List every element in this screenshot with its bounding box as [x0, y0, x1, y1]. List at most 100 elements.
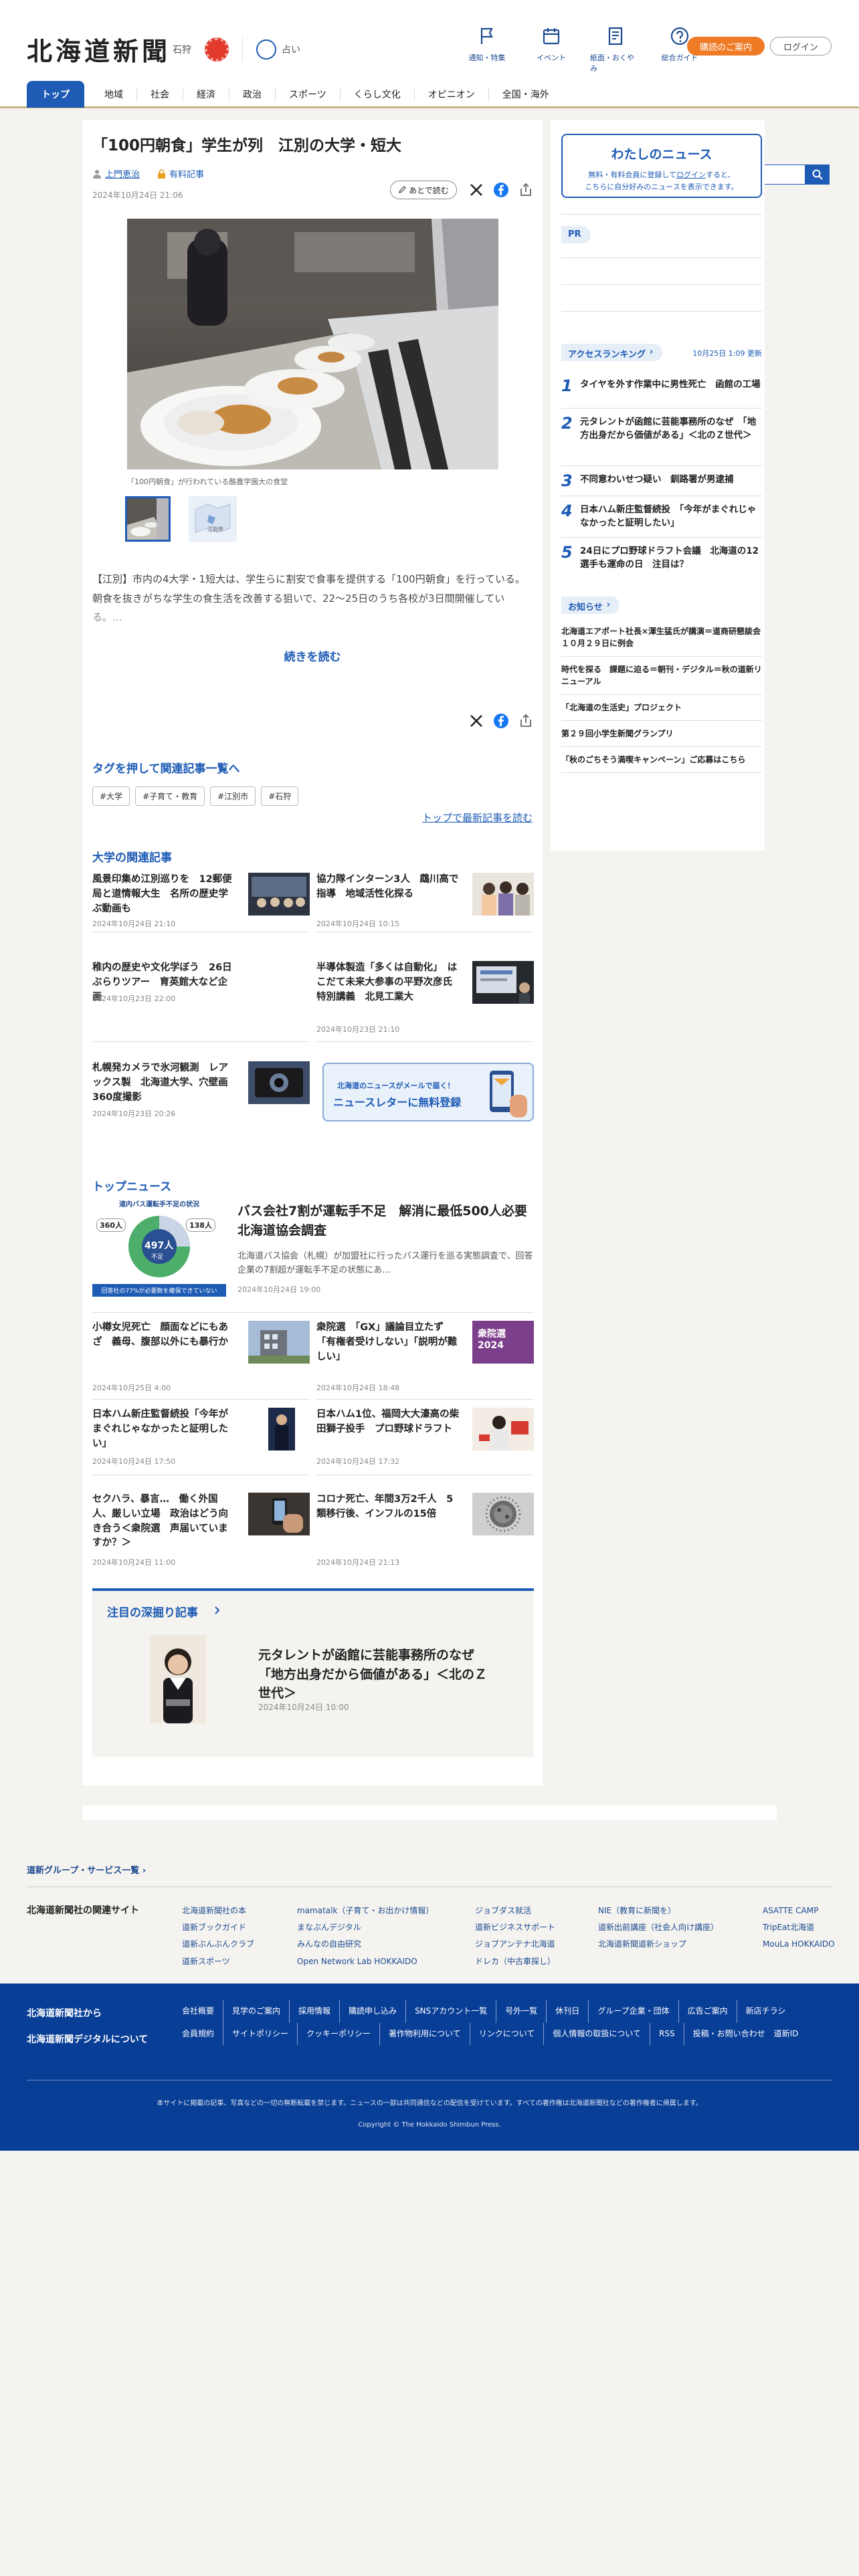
tag-item[interactable]: #石狩: [261, 786, 299, 806]
notice-item[interactable]: 「北海道の生活史」プロジェクト: [561, 695, 762, 721]
card-thumbnail: [472, 1493, 534, 1535]
footer-link[interactable]: 会社概要: [182, 2000, 224, 2023]
footer-link[interactable]: サイトポリシー: [223, 2022, 298, 2046]
footer-link[interactable]: 購読申し込み: [340, 2000, 407, 2023]
group-site-link[interactable]: 北海道新聞社の本: [182, 1903, 254, 1919]
article-photo[interactable]: [127, 219, 498, 469]
footer-link[interactable]: 採用情報: [290, 2000, 341, 2023]
nav-item-economy[interactable]: 経済: [183, 87, 229, 102]
tool-events[interactable]: イベント: [526, 25, 577, 74]
tool-paper[interactable]: 紙面・おくやみ: [590, 25, 641, 74]
group-site-link[interactable]: NIE（教育に新聞を）: [598, 1903, 719, 1919]
group-site-link[interactable]: Open Network Lab HOKKAIDO: [297, 1953, 434, 1970]
x-icon[interactable]: [469, 183, 484, 197]
nav-item-sports[interactable]: スポーツ: [275, 87, 340, 102]
footer-link[interactable]: クッキーポリシー: [298, 2022, 381, 2046]
gallery-thumb-2[interactable]: 江別市: [189, 496, 237, 542]
group-site-link[interactable]: ASATTE CAMP: [763, 1903, 835, 1919]
footer-link[interactable]: 個人情報の取扱について: [544, 2022, 651, 2046]
footer-link[interactable]: リンクについて: [470, 2022, 545, 2046]
nav-item-culture[interactable]: くらし文化: [339, 87, 414, 102]
search-button[interactable]: [805, 165, 830, 185]
login-button[interactable]: ログイン: [770, 37, 832, 56]
group-services-link[interactable]: 道新グループ・サービス一覧 ›: [27, 1863, 146, 1876]
footer-link[interactable]: 広告ご案内: [679, 2000, 737, 2023]
footer-link[interactable]: 投稿・お問い合わせ: [684, 2023, 774, 2046]
nav-item-opinion[interactable]: オピニオン: [413, 87, 488, 102]
read-later-button[interactable]: あとで読む: [390, 181, 457, 199]
group-site-link[interactable]: 道新ビジネスサポート: [475, 1919, 555, 1936]
footer-link[interactable]: RSS: [650, 2022, 684, 2046]
lock-icon: [158, 169, 166, 179]
ranking-item[interactable]: 4 日本ハム新庄監督続投 「今年がまぐれじゃなかったと証明したい」: [561, 496, 762, 538]
group-site-link[interactable]: ジョブアンテナ北海道: [475, 1936, 555, 1953]
notice-item[interactable]: 北海道エアポート社長×渾生猛氏が講演＝道商研懇談会１０月２９日に例会: [561, 619, 762, 657]
nav-item-region[interactable]: 地域: [91, 87, 136, 102]
top-latest-link[interactable]: トップで最新記事を読む: [422, 811, 533, 825]
ranking-item[interactable]: 1 タイヤを外す作業中に男性死亡 函館の工場: [561, 371, 762, 409]
ranking-item[interactable]: 3 不同意わいせつ疑い 釧路署が男逮捕: [561, 466, 762, 496]
group-site-link[interactable]: 道新ブックガイド: [182, 1919, 254, 1936]
footer-link[interactable]: グループ企業・団体: [589, 2000, 679, 2023]
group-site-link[interactable]: みんなの自由研究: [297, 1936, 434, 1953]
card-date: 2024年10月24日 21:13: [316, 1558, 400, 1567]
footer-link[interactable]: 道新ID: [774, 2023, 807, 2046]
read-more-button[interactable]: 続きを読む: [82, 647, 543, 664]
footer-link[interactable]: 新店チラシ: [737, 2000, 795, 2023]
tool-notify[interactable]: 通知・特集: [462, 25, 512, 74]
facebook-icon[interactable]: [493, 182, 509, 198]
footer-from-company: 北海道新聞社から: [27, 2008, 102, 2019]
facebook-icon[interactable]: [493, 713, 509, 729]
x-icon[interactable]: [469, 714, 484, 728]
nav-item-politics[interactable]: 政治: [229, 87, 275, 102]
newsletter-banner[interactable]: 北海道のニュースがメールで届く！ ニュースレターに無料登録: [322, 1063, 534, 1121]
footer-link[interactable]: SNSアカウント一覧: [406, 2000, 497, 2023]
tag-item[interactable]: #大学: [92, 786, 130, 806]
site-logo[interactable]: 北海道新聞: [27, 31, 171, 68]
footer-link[interactable]: 号外一覧: [496, 2000, 547, 2023]
group-site-link[interactable]: 道新ぶんぶんクラブ: [182, 1936, 254, 1953]
my-news-login-link[interactable]: ログイン: [676, 171, 706, 179]
footer-link[interactable]: 著作物利用について: [380, 2022, 470, 2046]
group-site-link[interactable]: ジョブダス就活: [475, 1903, 555, 1919]
nav-item-world[interactable]: 全国・海外: [488, 87, 563, 102]
sun-icon: [205, 37, 229, 62]
tag-item[interactable]: #江別市: [210, 786, 256, 806]
notice-label-pill[interactable]: お知らせ ›: [561, 597, 620, 614]
subscribe-button[interactable]: 購読のご案内: [687, 37, 765, 56]
group-site-link[interactable]: ドレカ（中古車探し）: [475, 1953, 555, 1970]
notice-item[interactable]: 「秋のごちそう満喫キャンペーン」ご応募はこちら: [561, 747, 762, 773]
region-label[interactable]: 石狩: [173, 43, 191, 56]
featured-article[interactable]: 注目の深掘り記事 元タレントが函館に芸能事務所のなぜ 「地方出身だから価値がある…: [92, 1588, 534, 1757]
group-site-link[interactable]: mamatalk（子育て・お出かけ情報）: [297, 1903, 434, 1919]
top-news-infographic[interactable]: 道内バス運転手不足の状況 360人 138人 497人 不足 回答社の77%が必…: [92, 1198, 226, 1301]
ranking-label-pill[interactable]: アクセスランキング ›: [561, 344, 663, 361]
nav-item-top[interactable]: トップ: [27, 81, 84, 108]
group-site-link[interactable]: MouLa HOKKAIDO: [763, 1936, 835, 1953]
card-date: 2024年10月23日 21:10: [316, 1025, 400, 1034]
ranking-title: 元タレントが函館に芸能事務所のなぜ 「地方出身だから価値がある」＜北のＺ世代＞: [580, 417, 757, 441]
rank-number: 5: [561, 542, 573, 562]
group-site-link[interactable]: まなぶんデジタル: [297, 1919, 434, 1936]
nav-item-society[interactable]: 社会: [136, 87, 183, 102]
footer-link[interactable]: 見学のご案内: [223, 2000, 290, 2023]
group-site-link[interactable]: 北海道新聞道新ショップ: [598, 1936, 719, 1953]
share-icon[interactable]: [518, 183, 533, 197]
gallery-thumb-1[interactable]: [125, 496, 171, 542]
notice-item[interactable]: 時代を探る 課題に迫る＝朝刊・デジタル＝秋の道新リニューアル: [561, 657, 762, 695]
footer-link[interactable]: 休刊日: [547, 2000, 589, 2023]
top-news-lead-title[interactable]: バス会社7割が運転手不足 解消に最低500人必要 北海道協会調査: [237, 1202, 540, 1240]
group-site-link[interactable]: 道新スポーツ: [182, 1953, 254, 1970]
tag-item[interactable]: #子育て・教育: [135, 786, 205, 806]
footer-link[interactable]: 会員規約: [182, 2022, 224, 2046]
share-icon[interactable]: [518, 714, 533, 728]
group-site-link[interactable]: 道新出前講座（社会人向け講座）: [598, 1919, 719, 1936]
group-site-link[interactable]: TripEat北海道: [763, 1919, 835, 1936]
ranking-item[interactable]: 5 24日にプロ野球ドラフト会議 北海道の12選手も運命の日 注目は？: [561, 538, 762, 578]
flag-icon: [480, 27, 493, 44]
ranking-item[interactable]: 2 元タレントが函館に芸能事務所のなぜ 「地方出身だから価値がある」＜北のＺ世代＞: [561, 409, 762, 466]
notice-item[interactable]: 第２９回小学生新聞グランプリ: [561, 721, 762, 747]
divider: [92, 1041, 310, 1042]
author-link[interactable]: 上門恵治: [92, 167, 140, 180]
fortune-link[interactable]: 占い: [256, 39, 300, 60]
